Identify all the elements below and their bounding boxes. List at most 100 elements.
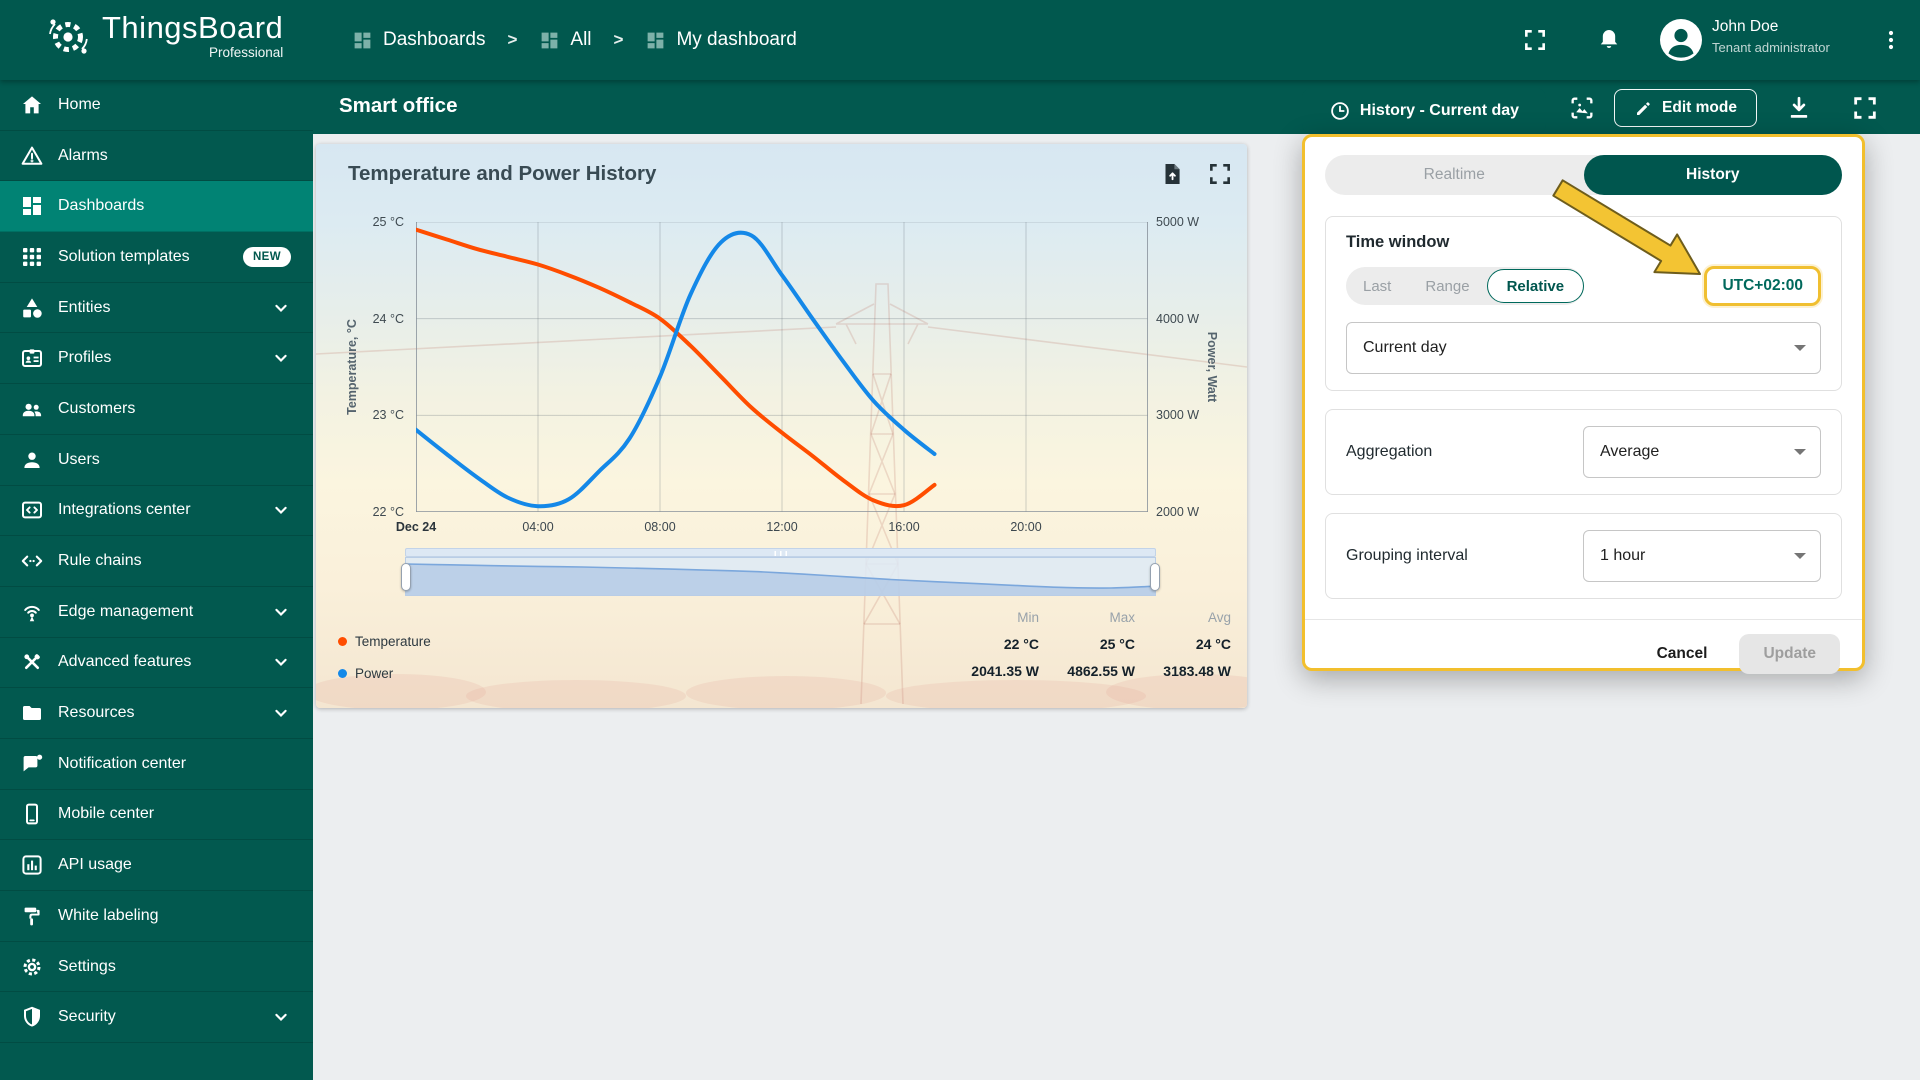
- temperature-avg: 24 °C: [1195, 636, 1231, 652]
- y-left-tick: 22 °C: [372, 505, 404, 519]
- security-shield-icon: [20, 1005, 44, 1029]
- sidebar-item-mobile-center[interactable]: Mobile center: [0, 790, 313, 841]
- timewindow-button[interactable]: History - Current day: [1302, 88, 1546, 134]
- x-tick: 12:00: [766, 520, 798, 534]
- y-axis-left-labels: 25 °C 24 °C 23 °C 22 °C: [316, 215, 408, 519]
- chevron-down-icon: [271, 703, 291, 723]
- chart-widget: Temperature and Power History 25 °C 24 °C…: [316, 144, 1247, 708]
- sidebar-item-profiles[interactable]: Profiles: [0, 333, 313, 385]
- grouping-interval-select[interactable]: 1 hour: [1583, 530, 1821, 582]
- chevron-down-icon: [1794, 345, 1806, 351]
- sidebar-nav: Home Alarms Dashboards Solution template…: [0, 80, 313, 1080]
- sidebar-item-edge-management[interactable]: Edge management: [0, 587, 313, 638]
- tab-relative[interactable]: Relative: [1486, 269, 1585, 303]
- aggregation-card: Aggregation Average: [1325, 409, 1842, 495]
- clock-icon: [1329, 100, 1351, 122]
- breadcrumb-my-dashboard[interactable]: My dashboard: [645, 29, 797, 51]
- mobile-icon: [20, 802, 44, 826]
- navigator-grip-icon[interactable]: [774, 551, 787, 556]
- cancel-button[interactable]: Cancel: [1647, 637, 1718, 671]
- line-chart-plot[interactable]: [416, 222, 1148, 512]
- brand-edition: Professional: [208, 45, 284, 61]
- legend-item-power[interactable]: Power: [338, 666, 393, 681]
- widget-fullscreen-icon[interactable]: [1207, 161, 1233, 187]
- tab-range[interactable]: Range: [1408, 278, 1486, 295]
- sidebar-item-solution-templates[interactable]: Solution templates NEW: [0, 232, 313, 283]
- toggle-history[interactable]: History: [1583, 155, 1842, 195]
- pencil-icon: [1634, 99, 1653, 118]
- legend-item-temperature[interactable]: Temperature: [338, 634, 431, 649]
- x-tick: 16:00: [888, 520, 920, 534]
- sidebar-item-notification-center[interactable]: Notification center: [0, 739, 313, 790]
- timewindow-panel: Realtime History Time window Last Range …: [1302, 134, 1865, 674]
- legend-header-max: Max: [1109, 610, 1135, 625]
- navigator-top-strip[interactable]: [405, 548, 1156, 557]
- thingsboard-app: ThingsBoard Professional Dashboards > Al…: [0, 0, 1920, 1080]
- chevron-down-icon: [271, 652, 291, 672]
- sidebar-item-rule-chains[interactable]: Rule chains: [0, 536, 313, 587]
- dashboard-grid-icon: [352, 30, 373, 51]
- breadcrumb-all[interactable]: All: [539, 29, 592, 51]
- customers-icon: [20, 397, 44, 421]
- sidebar-item-dashboards[interactable]: Dashboards: [0, 181, 313, 233]
- user-avatar[interactable]: [1660, 19, 1702, 61]
- y-right-tick: 5000 W: [1156, 215, 1200, 229]
- new-badge: NEW: [242, 246, 291, 267]
- brand-name: ThingsBoard: [102, 10, 284, 46]
- sidebar-item-users[interactable]: Users: [0, 435, 313, 486]
- more-vert-icon[interactable]: [1876, 25, 1906, 55]
- white-labeling-icon: [20, 904, 44, 928]
- navigator-left-handle[interactable]: [401, 562, 411, 591]
- sidebar-item-customers[interactable]: Customers: [0, 384, 313, 435]
- time-range-navigator[interactable]: [401, 548, 1160, 596]
- aggregation-select[interactable]: Average: [1583, 426, 1821, 478]
- y-right-tick: 2000 W: [1156, 505, 1200, 519]
- sidebar-item-integrations-center[interactable]: Integrations center: [0, 486, 313, 537]
- y-axis-right-title: Power, Watt: [1205, 331, 1219, 403]
- sidebar-item-entities[interactable]: Entities: [0, 283, 313, 334]
- y-left-tick: 24 °C: [372, 311, 404, 326]
- edge-management-icon: [20, 600, 44, 624]
- power-max: 4862.55 W: [1067, 663, 1135, 679]
- download-icon[interactable]: [1785, 94, 1813, 122]
- breadcrumb-dashboards[interactable]: Dashboards: [352, 29, 485, 51]
- y-left-tick: 23 °C: [372, 408, 404, 423]
- chevron-down-icon: [271, 602, 291, 622]
- breadcrumb-separator: >: [613, 30, 624, 49]
- dashboard-image-icon[interactable]: [1568, 94, 1596, 122]
- export-file-icon[interactable]: [1159, 161, 1185, 187]
- sidebar-item-white-labeling[interactable]: White labeling: [0, 891, 313, 942]
- sidebar-item-resources[interactable]: Resources: [0, 688, 313, 739]
- sidebar-item-security[interactable]: Security: [0, 992, 313, 1044]
- sidebar-item-advanced-features[interactable]: Advanced features: [0, 638, 313, 689]
- notification-icon: [20, 752, 44, 776]
- sidebar-item-settings[interactable]: Settings: [0, 942, 313, 993]
- aggregation-label: Aggregation: [1346, 443, 1433, 460]
- fullscreen-icon[interactable]: [1520, 25, 1550, 55]
- user-menu[interactable]: John Doe Tenant administrator: [1712, 18, 1860, 55]
- home-icon: [20, 93, 44, 117]
- dashboard-toolbar: Smart office History - Current day Edit …: [313, 80, 1920, 134]
- sidebar-item-alarms[interactable]: Alarms: [0, 131, 313, 182]
- sidebar-item-home[interactable]: Home: [0, 80, 313, 131]
- time-window-card: Time window Last Range Relative UTC+02:0…: [1325, 216, 1842, 391]
- dashboard-fullscreen-icon[interactable]: [1851, 94, 1879, 122]
- x-tick: Dec 24: [395, 520, 437, 534]
- edit-mode-button[interactable]: Edit mode: [1614, 89, 1757, 127]
- x-axis-labels: Dec 24 04:00 08:00 12:00 16:00 20:00: [396, 520, 1148, 538]
- legend-header-min: Min: [1017, 610, 1039, 625]
- notifications-bell-icon[interactable]: [1594, 25, 1624, 55]
- toggle-realtime[interactable]: Realtime: [1325, 155, 1584, 195]
- navigator-right-handle[interactable]: [1150, 562, 1160, 591]
- x-tick: 04:00: [522, 520, 554, 534]
- sidebar-item-api-usage[interactable]: API usage: [0, 840, 313, 891]
- timezone-button[interactable]: UTC+02:00: [1704, 266, 1821, 306]
- tab-last[interactable]: Last: [1346, 278, 1408, 295]
- dashboards-icon: [20, 194, 44, 218]
- interval-select[interactable]: Current day: [1346, 322, 1821, 374]
- legend-header-avg: Avg: [1207, 610, 1231, 625]
- dashboard-title: Smart office: [339, 94, 458, 117]
- thingsboard-logo[interactable]: ThingsBoard Professional: [44, 12, 283, 60]
- y-left-tick: 25 °C: [372, 215, 404, 229]
- navigator-band[interactable]: [401, 557, 1160, 596]
